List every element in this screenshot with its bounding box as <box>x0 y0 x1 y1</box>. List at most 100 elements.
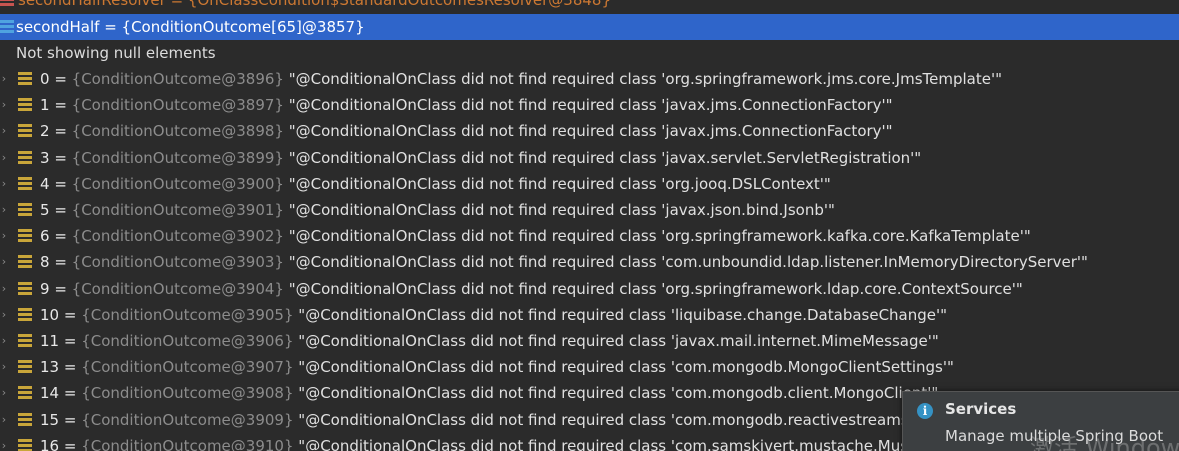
table-row[interactable]: › 13 = {ConditionOutcome@3907} "@Conditio… <box>0 354 1179 380</box>
element-type: {ConditionOutcome@3904} <box>71 279 284 298</box>
equals-sign: = <box>49 253 72 272</box>
element-index: 2 <box>40 122 50 141</box>
element-value: "@ConditionalOnClass did not find requir… <box>288 227 1031 246</box>
expand-toggle-icon[interactable]: › <box>0 66 8 92</box>
expand-toggle-icon[interactable]: › <box>0 92 8 118</box>
equals-sign: = <box>49 227 72 246</box>
table-row[interactable]: › 11 = {ConditionOutcome@3906} "@Conditio… <box>0 328 1179 354</box>
equals-sign: = <box>49 148 72 167</box>
element-value: "@ConditionalOnClass did not find requir… <box>298 384 939 403</box>
table-row[interactable]: › 6 = {ConditionOutcome@3902} "@Condition… <box>0 223 1179 249</box>
element-value: "@ConditionalOnClass did not find requir… <box>298 305 948 324</box>
equals-sign: = <box>165 0 188 9</box>
element-index: 3 <box>40 148 50 167</box>
equals-sign: = <box>49 70 72 88</box>
element-index: 10 <box>40 305 60 324</box>
tree-row-second-half[interactable]: secondHalf = {ConditionOutcome[65]@3857} <box>0 14 1179 40</box>
expand-toggle-icon[interactable]: › <box>0 249 8 275</box>
equals-sign: = <box>59 384 82 403</box>
element-index: 8 <box>40 253 50 272</box>
expand-toggle-icon[interactable]: › <box>0 223 8 249</box>
expand-toggle-icon[interactable]: › <box>0 302 8 328</box>
tree-row-second-half-resolver[interactable]: secondHalfResolver = {OnClassCondition$S… <box>0 0 1179 13</box>
equals-sign: = <box>59 358 82 377</box>
info-icon: i <box>917 403 933 419</box>
equals-sign: = <box>59 305 82 324</box>
field-list-icon <box>18 98 32 112</box>
element-index: 4 <box>40 174 50 193</box>
field-list-icon <box>18 255 32 269</box>
notification-title: Services <box>945 400 1017 418</box>
element-type: {ConditionOutcome@3899} <box>71 148 284 167</box>
element-value: "@ConditionalOnClass did not find requir… <box>298 436 962 451</box>
expand-toggle-icon[interactable]: › <box>0 276 8 302</box>
element-type: {ConditionOutcome@3908} <box>81 384 294 403</box>
element-index: 11 <box>40 332 60 350</box>
element-index: 15 <box>40 410 60 429</box>
equals-sign: = <box>59 332 82 350</box>
element-value: "@ConditionalOnClass did not find requir… <box>288 122 893 141</box>
element-index: 13 <box>40 358 60 377</box>
expand-toggle-icon[interactable]: › <box>0 433 8 451</box>
table-row[interactable]: › 3 = {ConditionOutcome@3899} "@Condition… <box>0 145 1179 171</box>
equals-sign: = <box>49 174 72 193</box>
element-value: "@ConditionalOnClass did not find requir… <box>298 332 939 350</box>
variable-type: {ConditionOutcome[65]@3857} <box>121 18 365 36</box>
field-list-icon <box>18 281 32 296</box>
element-value: "@ConditionalOnClass did not find requir… <box>288 174 831 193</box>
field-list-icon <box>18 176 32 191</box>
expand-toggle-icon[interactable]: › <box>0 118 8 144</box>
element-value: "@ConditionalOnClass did not find requir… <box>288 96 893 115</box>
array-list-icon <box>0 20 14 34</box>
debugger-variables-tree[interactable]: secondHalfResolver = {OnClassCondition$S… <box>0 0 1179 451</box>
element-type: {ConditionOutcome@3909} <box>81 410 294 429</box>
equals-sign: = <box>49 122 72 141</box>
element-value: "@ConditionalOnClass did not find requir… <box>288 279 1023 298</box>
element-type: {ConditionOutcome@3906} <box>81 332 294 350</box>
variable-name: secondHalf <box>16 18 100 36</box>
element-index: 5 <box>40 201 50 219</box>
table-row[interactable]: › 2 = {ConditionOutcome@3898} "@Condition… <box>0 118 1179 144</box>
field-list-icon <box>18 334 32 348</box>
expand-toggle-icon[interactable]: › <box>0 354 8 380</box>
table-row[interactable]: › 4 = {ConditionOutcome@3900} "@Condition… <box>0 171 1179 197</box>
expand-toggle-icon[interactable]: › <box>0 145 8 171</box>
expand-toggle-icon[interactable]: › <box>0 197 8 223</box>
field-list-icon <box>0 0 14 7</box>
table-row[interactable]: › 9 = {ConditionOutcome@3904} "@Condition… <box>0 276 1179 302</box>
equals-sign: = <box>49 201 72 219</box>
field-list-icon <box>18 72 32 86</box>
expand-toggle-icon[interactable]: › <box>0 380 8 406</box>
element-value: "@ConditionalOnClass did not find requir… <box>288 253 1088 272</box>
field-list-icon <box>18 307 32 322</box>
equals-sign: = <box>59 436 82 451</box>
element-index: 0 <box>40 70 50 88</box>
element-value: "@ConditionalOnClass did not find requir… <box>288 148 922 167</box>
not-showing-null-elements: Not showing null elements <box>16 44 216 62</box>
expand-toggle-icon[interactable]: › <box>0 407 8 433</box>
table-row[interactable]: › 10 = {ConditionOutcome@3905} "@Conditio… <box>0 302 1179 328</box>
element-value: "@ConditionalOnClass did not find requir… <box>288 70 1002 88</box>
equals-sign: = <box>99 18 122 36</box>
equals-sign: = <box>49 96 72 115</box>
element-type: {ConditionOutcome@3897} <box>71 96 284 115</box>
expand-toggle-icon[interactable]: › <box>0 328 8 354</box>
element-index: 6 <box>40 227 50 246</box>
expand-toggle-icon[interactable]: › <box>0 171 8 197</box>
element-type: {ConditionOutcome@3903} <box>71 253 284 272</box>
field-list-icon <box>18 386 32 400</box>
table-row[interactable]: › 1 = {ConditionOutcome@3897} "@Condition… <box>0 92 1179 118</box>
element-type: {ConditionOutcome@3905} <box>81 305 294 324</box>
table-row[interactable]: › 0 = {ConditionOutcome@3896} "@Condition… <box>0 66 1179 92</box>
field-list-icon <box>18 124 32 138</box>
equals-sign: = <box>59 410 82 429</box>
element-index: 14 <box>40 384 60 403</box>
field-list-icon <box>18 229 32 243</box>
element-type: {ConditionOutcome@3902} <box>71 227 284 246</box>
table-row[interactable]: › 8 = {ConditionOutcome@3903} "@Condition… <box>0 249 1179 275</box>
element-index: 9 <box>40 279 50 298</box>
table-row[interactable]: › 5 = {ConditionOutcome@3901} "@Condition… <box>0 197 1179 223</box>
variable-name: secondHalfResolver <box>18 0 166 9</box>
element-type: {ConditionOutcome@3900} <box>71 174 284 193</box>
element-type: {ConditionOutcome@3898} <box>71 122 284 141</box>
